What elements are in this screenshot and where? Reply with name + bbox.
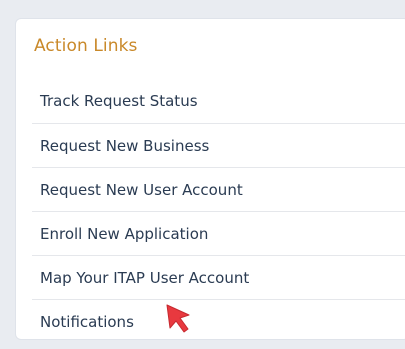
link-map-itap-user-account[interactable]: Map Your ITAP User Account	[32, 255, 405, 299]
arrow-cursor-icon	[166, 304, 190, 333]
action-links-panel: Action Links Track Request Status Reques…	[15, 18, 405, 340]
link-request-new-business[interactable]: Request New Business	[32, 123, 405, 167]
link-request-new-user-account[interactable]: Request New User Account	[32, 167, 405, 211]
link-enroll-new-application[interactable]: Enroll New Application	[32, 211, 405, 255]
action-links-list: Track Request Status Request New Busines…	[32, 79, 405, 343]
link-notifications[interactable]: Notifications	[32, 299, 405, 343]
link-track-request-status[interactable]: Track Request Status	[32, 79, 405, 123]
panel-title: Action Links	[34, 36, 138, 56]
